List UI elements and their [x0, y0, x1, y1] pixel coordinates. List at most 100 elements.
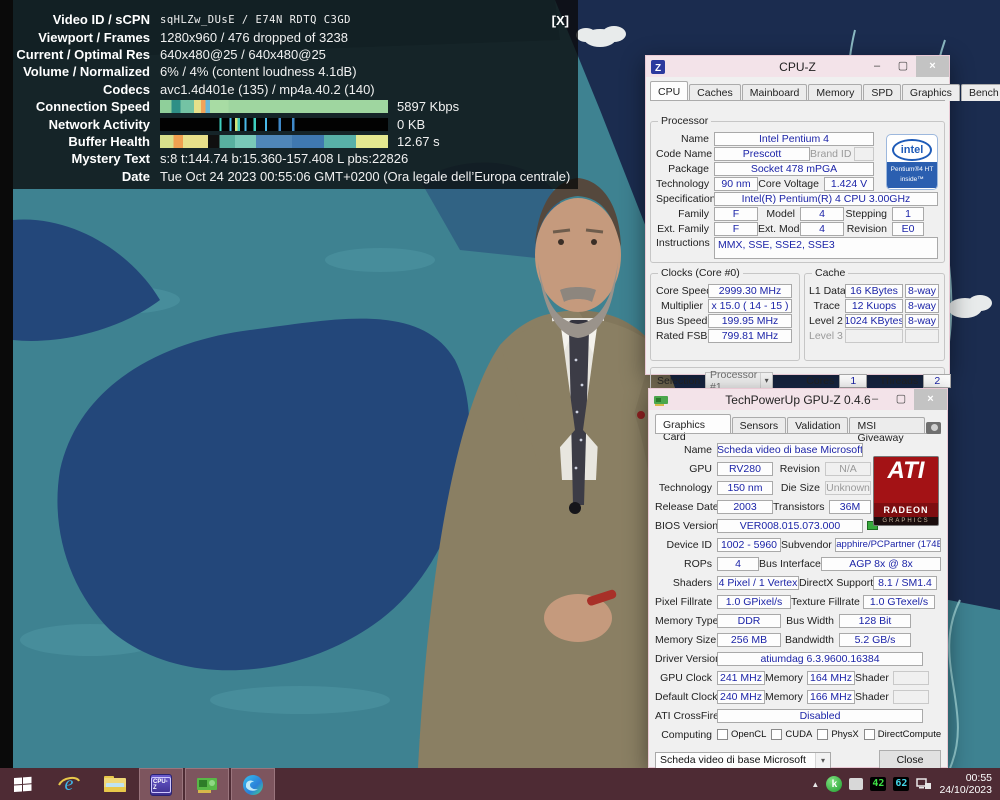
intel-logo: intel Pentium®4 HTinside™ — [886, 134, 938, 190]
memory-size-field: 256 MB — [717, 633, 781, 647]
cpuz-tabs: CPU Caches Mainboard Memory SPD Graphics… — [650, 81, 945, 101]
processor-selection-dropdown: Processor #1 ▾ — [705, 372, 773, 389]
directcompute-checkbox[interactable] — [864, 729, 875, 740]
tab-caches[interactable]: Caches — [689, 84, 741, 101]
minimize-icon[interactable]: – — [862, 389, 888, 410]
memory-type-field: DDR — [717, 614, 781, 628]
l1-data-field: 16 KBytes — [845, 284, 903, 298]
ati-radeon-logo: ATI RADEON GRAPHICS — [873, 456, 939, 526]
processor-group: Processor intel Pentium®4 HTinside™ Name… — [650, 121, 945, 263]
rated-fsb-field: 799.81 MHz — [708, 329, 792, 343]
trace-way-field: 8-way — [905, 299, 939, 313]
bandwidth-field: 5.2 GB/s — [839, 633, 911, 647]
brand-id-field — [854, 147, 874, 161]
close-icon[interactable]: × — [914, 389, 947, 410]
internet-explorer-icon: e — [57, 772, 81, 796]
taskbar-item-cpuz[interactable]: CPU-Z — [139, 768, 183, 800]
physx-checkbox[interactable] — [817, 729, 828, 740]
trace-field: 12 Kuops — [845, 299, 903, 313]
network-activity-graph — [160, 118, 388, 131]
gpuz-titlebar[interactable]: TechPowerUp GPU-Z 0.4.6 – ▢ × — [649, 389, 947, 410]
card-selector-dropdown[interactable]: Scheda video di base Microsoft ▾ — [655, 752, 831, 769]
family-field: F — [714, 207, 758, 221]
multiplier-field: x 15.0 ( 14 - 15 ) — [708, 299, 792, 313]
tab-mainboard[interactable]: Mainboard — [742, 84, 808, 101]
pixel-fillrate-field: 1.0 GPixel/s — [717, 595, 791, 609]
core-voltage-field: 1.424 V — [824, 177, 874, 191]
maximize-icon[interactable]: ▢ — [890, 56, 916, 77]
maximize-icon[interactable]: ▢ — [888, 389, 914, 410]
default-shader-clock-field — [893, 690, 929, 704]
tab-graphics-card[interactable]: Graphics Card — [655, 414, 731, 434]
stat-row-volume: Volume / Normalized 6% / 4% (content lou… — [0, 63, 578, 80]
stat-row-network-activity: Network Activity 0 KB — [0, 115, 578, 132]
file-explorer-icon — [103, 774, 127, 794]
directx-support-field: 8.1 / SM1.4 — [873, 576, 937, 590]
svg-text:e: e — [65, 773, 74, 795]
tab-sensors[interactable]: Sensors — [732, 417, 787, 434]
computing-row: Computing OpenCL CUDA PhysX DirectComput… — [655, 725, 941, 744]
cpuz-taskbar-icon: CPU-Z — [150, 774, 172, 796]
tab-validation[interactable]: Validation — [787, 417, 848, 434]
taskbar-clock[interactable]: 00:55 24/10/2023 — [939, 772, 992, 796]
stats-for-nerds-panel: [X] Video ID / sCPN sqHLZw_DUsE / E74N R… — [0, 0, 578, 189]
gpu-technology-field: 150 nm — [717, 481, 773, 495]
network-tray-icon[interactable] — [916, 777, 932, 791]
driver-version-field: atiumdag 6.3.9600.16384 — [717, 652, 923, 666]
taskbar-item-internet-explorer[interactable]: e — [47, 768, 91, 800]
taskbar-item-gpuz[interactable] — [185, 768, 229, 800]
opencl-checkbox[interactable] — [717, 729, 728, 740]
default-clock-field: 240 MHz — [717, 690, 765, 704]
texture-fillrate-field: 1.0 GTexel/s — [863, 595, 935, 609]
cpuz-titlebar[interactable]: CPU-Z Z – ▢ × — [646, 56, 949, 77]
cpu-temp-tray-readout[interactable]: 42 — [870, 777, 886, 791]
package-field: Socket 478 mPGA — [714, 162, 874, 176]
cpuz-window: CPU-Z Z – ▢ × CPU Caches Mainboard Memor… — [645, 55, 950, 375]
edge-icon — [241, 773, 265, 797]
taskbar-item-edge[interactable] — [231, 768, 275, 800]
tab-spd[interactable]: SPD — [863, 84, 901, 101]
cpuz-app-icon: Z — [651, 60, 665, 74]
tab-msi-giveaway[interactable]: MSI Giveaway — [849, 417, 925, 434]
threads-field: 2 — [923, 374, 951, 388]
gpu-field: RV280 — [717, 462, 773, 476]
taskbar-item-file-explorer[interactable] — [93, 768, 137, 800]
bus-interface-field: AGP 8x @ 8x — [821, 557, 941, 571]
shaders-field: 4 Pixel / 1 Vertex — [717, 576, 799, 590]
tray-expand-icon[interactable]: ▲ — [811, 780, 819, 789]
instructions-field: MMX, SSE, SSE2, SSE3 — [714, 237, 938, 259]
windows-logo-icon — [14, 776, 32, 792]
tab-memory[interactable]: Memory — [808, 84, 862, 101]
gpu-clock-field: 241 MHz — [717, 671, 765, 685]
cache-group: Cache L1 Data16 KBytes8-way Trace12 Kuop… — [804, 273, 945, 361]
l2-field: 1024 KBytes — [845, 314, 903, 328]
keepass-tray-icon[interactable]: k — [826, 776, 842, 792]
screenshot-camera-icon[interactable] — [926, 422, 941, 434]
gpuz-window: TechPowerUp GPU-Z 0.4.6 – ▢ × Graphics C… — [648, 388, 948, 768]
cpu-name-field: Intel Pentium 4 — [714, 132, 874, 146]
stats-close-button[interactable]: [X] — [552, 13, 569, 28]
default-memory-clock-field: 166 MHz — [807, 690, 855, 704]
gpuz-tabs: Graphics Card Sensors Validation MSI Giv… — [655, 414, 941, 434]
gpuz-close-button[interactable]: Close — [879, 750, 941, 770]
bios-version-field: VER008.015.073.000 — [717, 519, 863, 533]
stat-row-date: Date Tue Oct 24 2023 00:55:06 GMT+0200 (… — [0, 168, 578, 185]
minimize-icon[interactable]: – — [864, 56, 890, 77]
tab-bench[interactable]: Bench — [961, 84, 1000, 101]
l3-field — [845, 329, 903, 343]
die-size-field: Unknown — [825, 481, 871, 495]
tab-graphics[interactable]: Graphics — [902, 84, 960, 101]
tray-device-icon[interactable] — [849, 778, 863, 790]
l3-way-field — [905, 329, 939, 343]
clocks-group: Clocks (Core #0) Core Speed2999.30 MHz M… — [650, 273, 800, 361]
cores-field: 1 — [839, 374, 867, 388]
gpu-shader-clock-field — [893, 671, 929, 685]
core-speed-field: 2999.30 MHz — [708, 284, 792, 298]
close-icon[interactable]: × — [916, 56, 949, 77]
stat-row-video-id: Video ID / sCPN sqHLZw_DUsE / E74N RDTQ … — [0, 11, 578, 28]
cuda-checkbox[interactable] — [771, 729, 782, 740]
gpu-temp-tray-readout[interactable]: 62 — [893, 777, 909, 791]
tab-cpu[interactable]: CPU — [650, 81, 688, 101]
gpu-memory-clock-field: 164 MHz — [807, 671, 855, 685]
start-button[interactable] — [0, 768, 46, 800]
